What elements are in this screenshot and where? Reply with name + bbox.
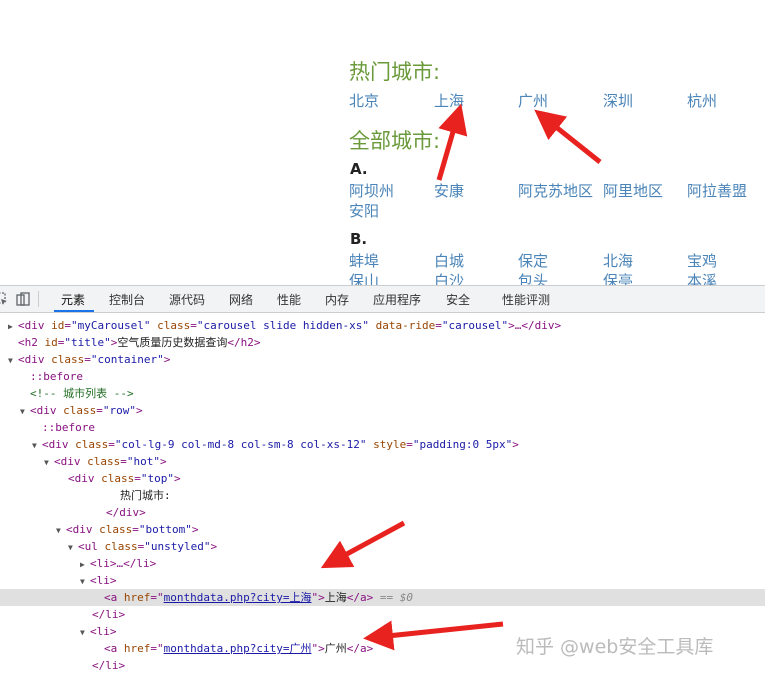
arrow-to-shanghai-node (320, 520, 406, 569)
watermark: 知乎 @web安全工具库 (516, 636, 714, 658)
arrow-to-guangzhou-link (534, 109, 602, 164)
arrow-to-shanghai-link (436, 103, 468, 181)
annotation-arrows (320, 103, 602, 651)
arrow-to-guangzhou-node (363, 620, 504, 651)
